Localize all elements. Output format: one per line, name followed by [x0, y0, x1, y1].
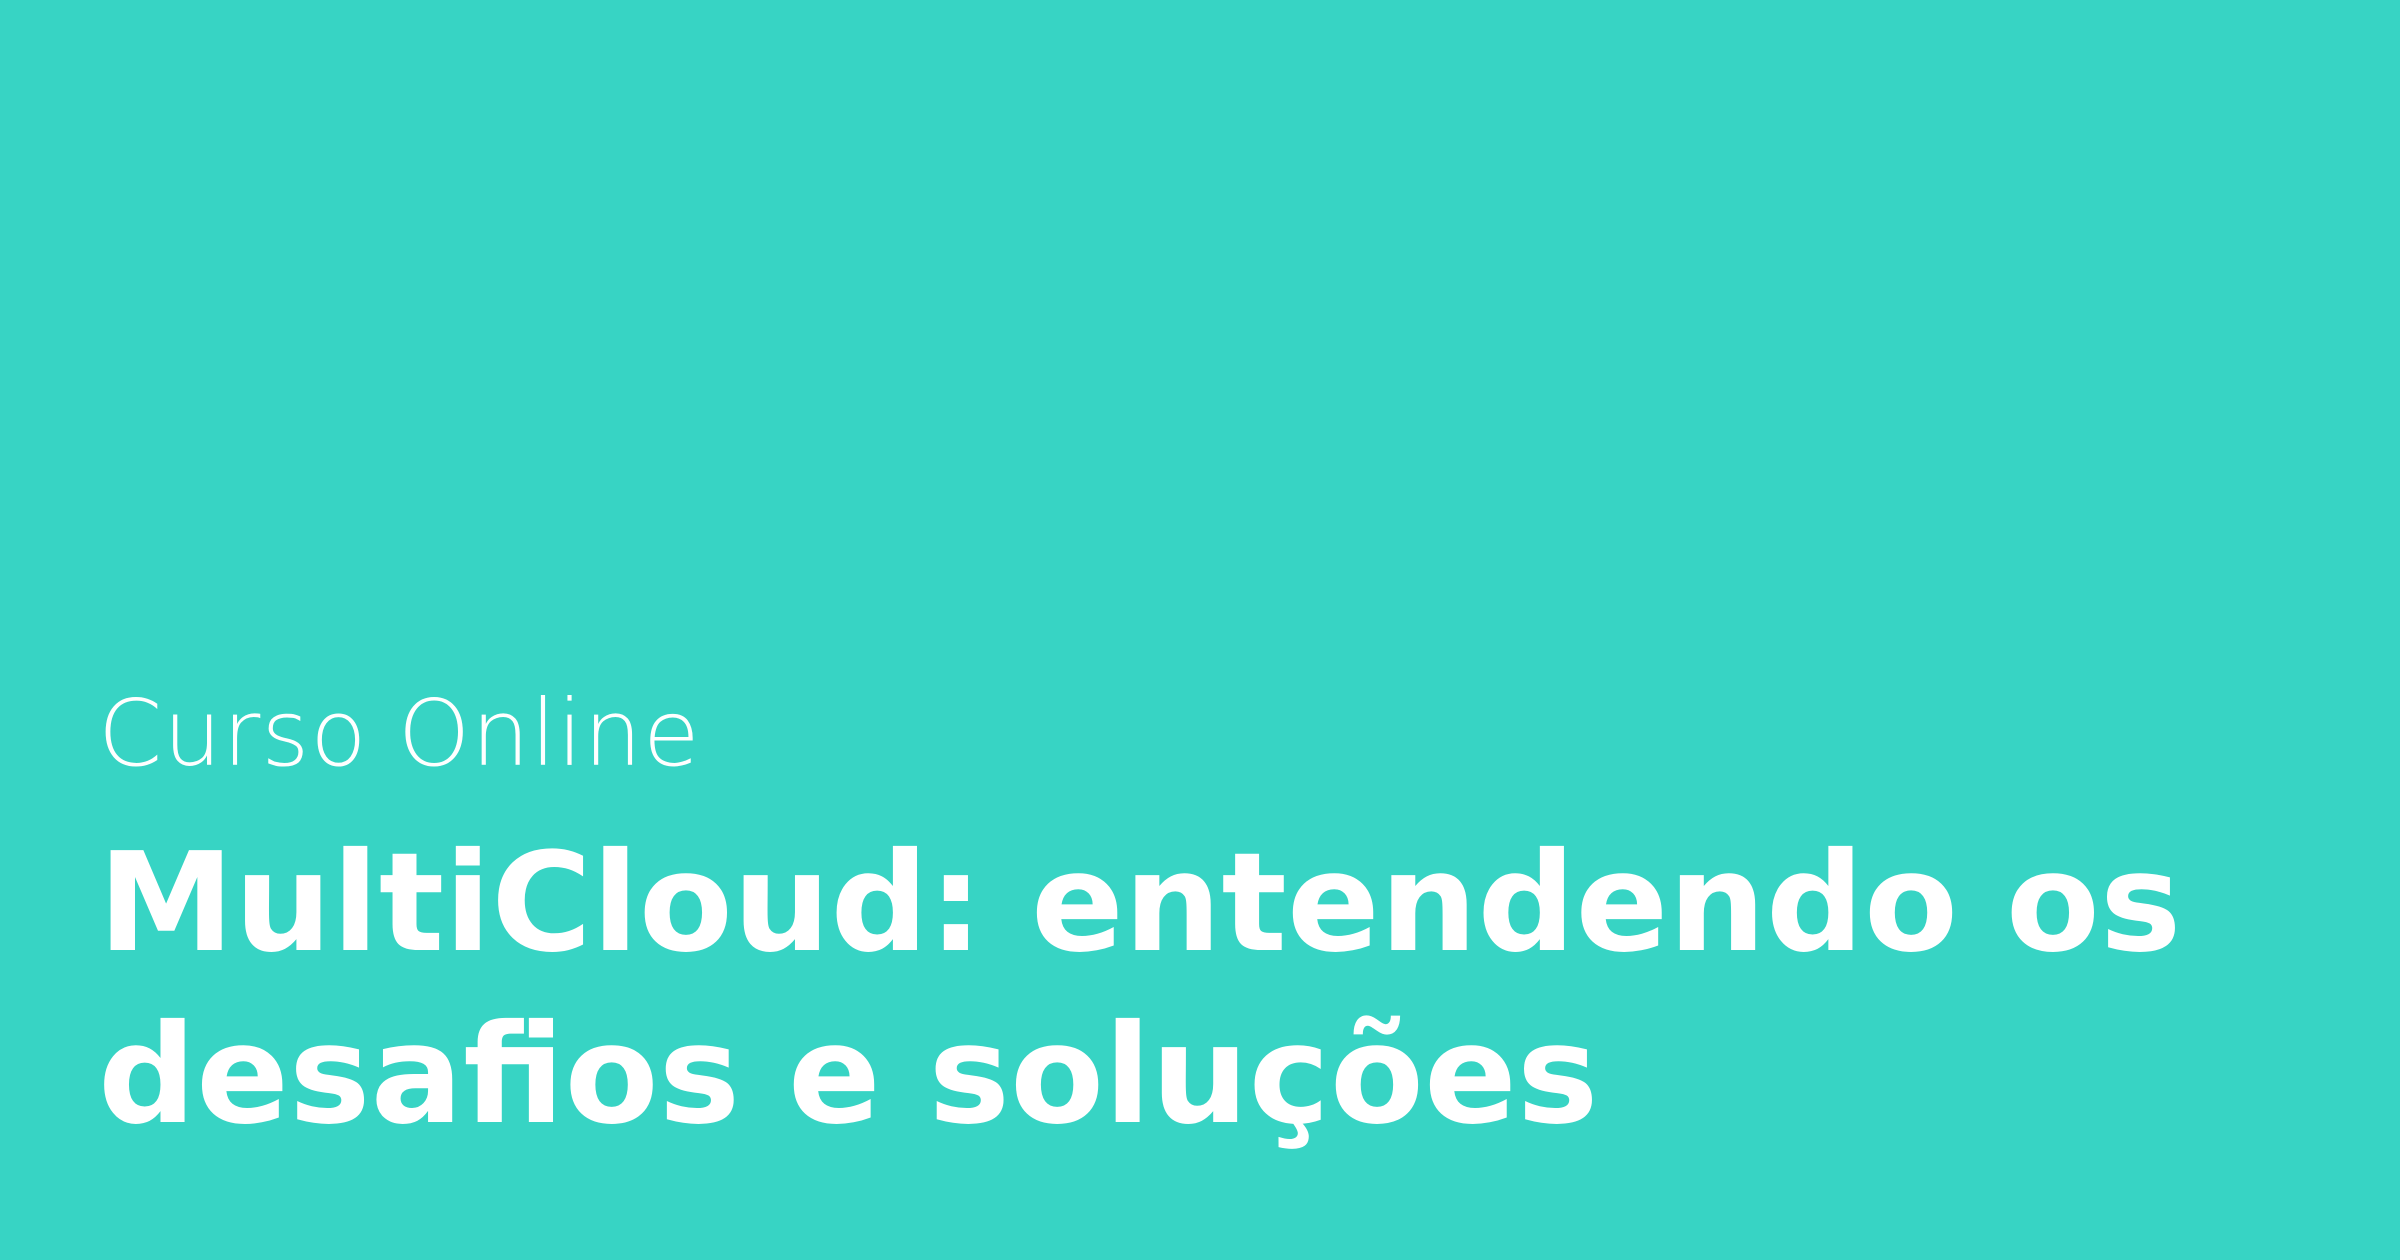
course-title: MultiCloud: entendendo os desafios e sol…	[98, 824, 2182, 1155]
course-type-label: Curso Online	[98, 680, 701, 787]
course-banner: Curso Online MultiCloud: entendendo os d…	[0, 0, 2400, 1260]
